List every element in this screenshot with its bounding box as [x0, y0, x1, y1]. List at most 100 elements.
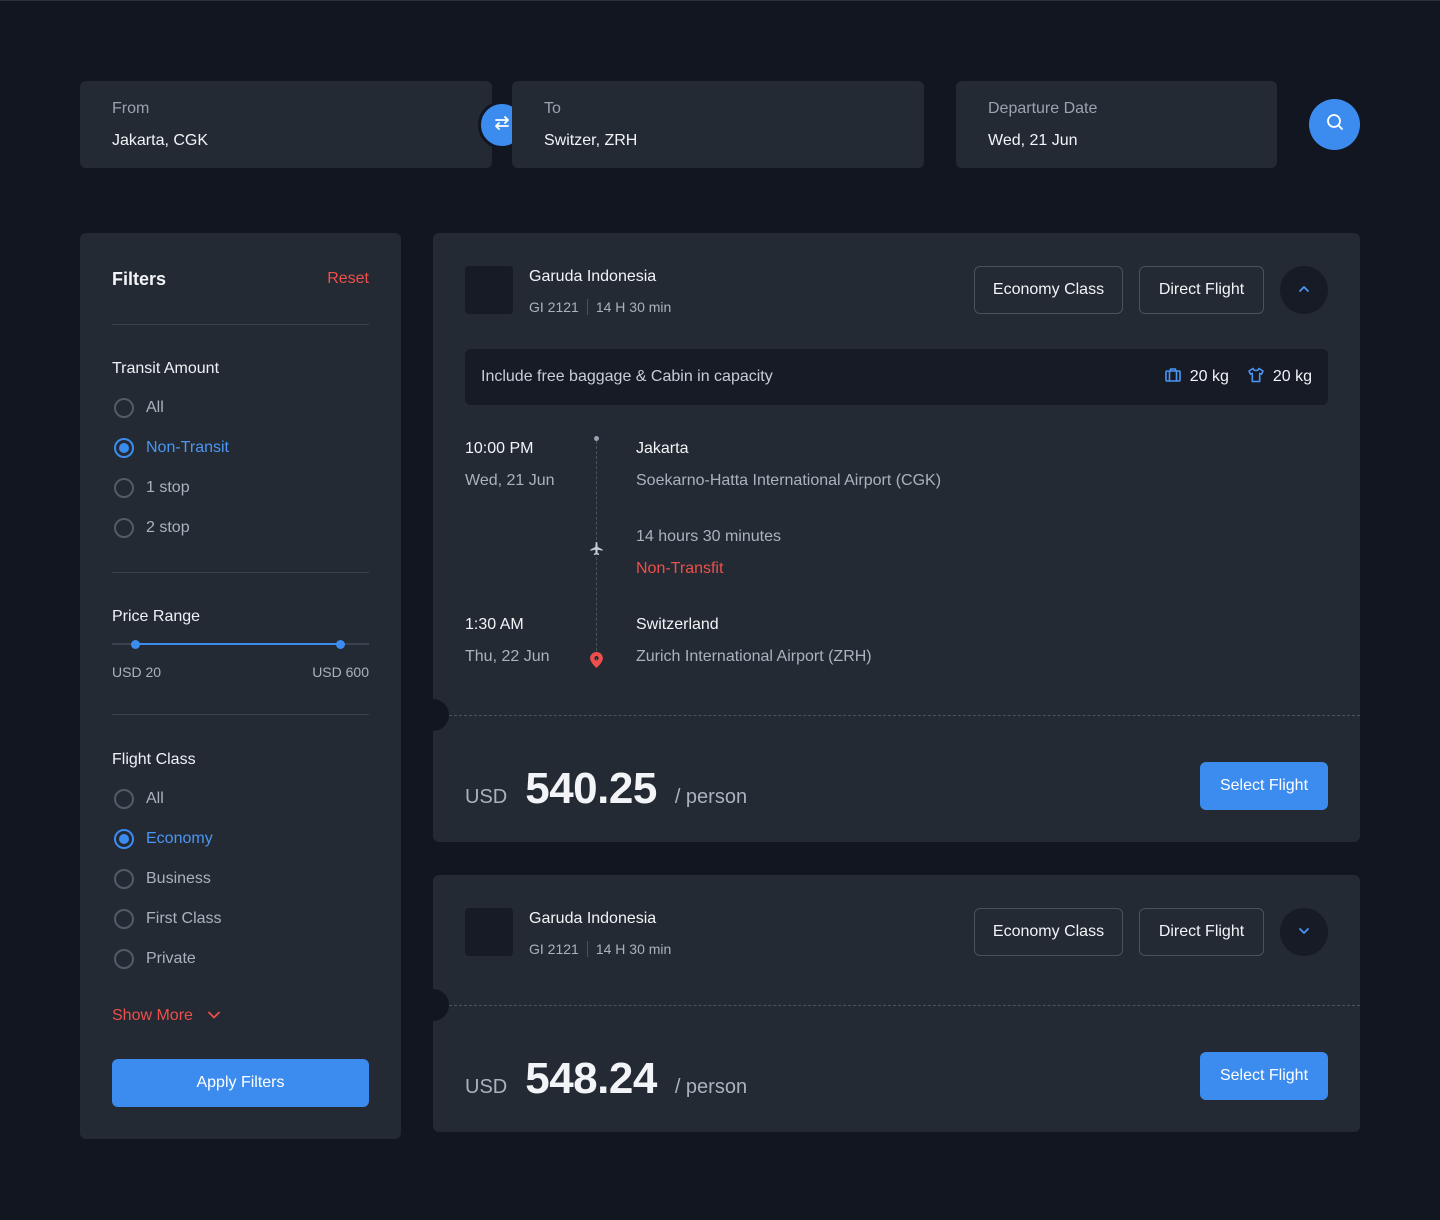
airplane-icon — [589, 540, 604, 557]
transit-option-label: 1 stop — [146, 479, 190, 496]
transit-option-2-stop[interactable]: 2 stop — [112, 516, 352, 540]
transit-option-label: All — [146, 399, 164, 416]
shirt-icon — [1247, 366, 1265, 389]
departure-date: Wed, 21 Jun — [465, 472, 555, 489]
flight-class-title: Flight Class — [112, 751, 196, 768]
origin-dot — [594, 436, 599, 441]
class-option-private[interactable]: Private — [112, 947, 352, 971]
class-option-business[interactable]: Business — [112, 867, 352, 891]
total-duration: 14 hours 30 minutes — [636, 528, 781, 545]
meta-separator — [586, 941, 588, 957]
select-flight-button[interactable]: Select Flight — [1200, 762, 1328, 810]
transit-option-non-transit[interactable]: Non-Transit — [112, 436, 352, 460]
flight-card: Garuda Indonesia GI 2121 14 H 30 min Eco… — [433, 233, 1360, 842]
chevron-up-icon — [1297, 281, 1311, 299]
from-value[interactable]: Jakarta, CGK — [112, 132, 460, 150]
radio-checked-icon[interactable] — [114, 829, 134, 849]
price-unit: / person — [674, 786, 748, 808]
departure-date-value[interactable]: Wed, 21 Jun — [988, 132, 1245, 150]
class-option-label: First Class — [146, 910, 222, 927]
baggage-allowance: 20 kg — [1164, 366, 1229, 389]
departure-date-field[interactable]: Departure Date Wed, 21 Jun — [956, 81, 1277, 168]
departure-city: Jakarta — [636, 440, 689, 457]
baggage-weight: 20 kg — [1189, 368, 1229, 385]
search-button[interactable] — [1309, 99, 1360, 150]
flight-card: Garuda Indonesia GI 2121 14 H 30 min Eco… — [433, 875, 1360, 1132]
price-currency: USD — [465, 1076, 508, 1098]
class-option-first-class[interactable]: First Class — [112, 907, 352, 931]
price-range-min-handle[interactable] — [131, 640, 140, 649]
radio-icon[interactable] — [114, 869, 134, 889]
select-flight-button[interactable]: Select Flight — [1200, 1052, 1328, 1100]
filters-panel: Filters Reset Transit Amount All Non-Tra… — [80, 233, 401, 1139]
radio-icon[interactable] — [114, 909, 134, 929]
expand-button[interactable] — [1280, 908, 1328, 956]
class-option-label: Business — [146, 870, 211, 887]
price-range-max-handle[interactable] — [336, 640, 345, 649]
to-field[interactable]: To Switzer, ZRH — [512, 81, 924, 168]
price-currency: USD — [465, 786, 508, 808]
chevron-down-icon — [1297, 923, 1311, 941]
baggage-text: Include free baggage & Cabin in capacity — [481, 368, 773, 385]
radio-icon[interactable] — [114, 949, 134, 969]
price-amount: 548.24 — [525, 1054, 657, 1103]
show-more-button[interactable]: Show More — [112, 1007, 221, 1025]
airline-name: Garuda Indonesia — [529, 910, 657, 927]
flight-meta: GI 2121 14 H 30 min — [529, 299, 671, 315]
to-value[interactable]: Switzer, ZRH — [544, 132, 892, 150]
baggage-info-bar: Include free baggage & Cabin in capacity… — [465, 349, 1328, 405]
search-icon — [1325, 112, 1345, 137]
transit-option-1-stop[interactable]: 1 stop — [112, 476, 352, 500]
reset-button[interactable]: Reset — [326, 270, 369, 288]
radio-icon[interactable] — [114, 518, 134, 538]
luggage-icon — [1164, 366, 1182, 389]
radio-icon[interactable] — [114, 478, 134, 498]
flight-code: GI 2121 — [529, 299, 579, 315]
price-range-min-label: USD 20 — [112, 664, 162, 680]
price: USD 548.24 / person — [465, 1054, 747, 1104]
arrival-date: Thu, 22 Jun — [465, 648, 550, 665]
class-tag[interactable]: Economy Class — [974, 908, 1123, 956]
flight-duration: 14 H 30 min — [595, 941, 672, 957]
transit-amount-title: Transit Amount — [112, 360, 220, 377]
price-range-title: Price Range — [112, 608, 201, 625]
class-option-label: All — [146, 790, 164, 807]
radio-icon[interactable] — [114, 398, 134, 418]
class-option-label: Economy — [146, 830, 213, 847]
transit-option-label: Non-Transit — [146, 439, 229, 456]
transit-option-label: 2 stop — [146, 519, 190, 536]
class-tag[interactable]: Economy Class — [974, 266, 1123, 314]
direct-flight-tag[interactable]: Direct Flight — [1139, 908, 1264, 956]
ticket-notch — [433, 699, 449, 731]
ticket-notch — [433, 989, 449, 1021]
meta-separator — [586, 299, 588, 315]
show-more-label: Show More — [112, 1007, 193, 1024]
flight-meta: GI 2121 14 H 30 min — [529, 941, 671, 957]
arrival-airport: Zurich International Airport (ZRH) — [636, 648, 872, 665]
transit-status: Non-Transfit — [636, 560, 724, 577]
price-range-fill — [136, 643, 340, 645]
top-border — [0, 0, 1440, 1]
divider — [112, 714, 369, 715]
radio-checked-icon[interactable] — [114, 438, 134, 458]
location-pin-icon — [590, 652, 603, 668]
price-amount: 540.25 — [525, 764, 657, 813]
divider — [112, 572, 369, 573]
class-option-economy[interactable]: Economy — [112, 827, 352, 851]
chevron-down-icon — [207, 1007, 221, 1025]
price-unit: / person — [674, 1076, 748, 1098]
from-label: From — [112, 100, 150, 117]
airline-logo — [465, 908, 513, 956]
transit-option-all[interactable]: All — [112, 396, 352, 420]
apply-filters-button[interactable]: Apply Filters — [112, 1059, 369, 1107]
to-label: To — [544, 100, 561, 117]
class-option-all[interactable]: All — [112, 787, 352, 811]
class-option-label: Private — [146, 950, 196, 967]
flight-duration: 14 H 30 min — [595, 299, 672, 315]
swap-arrows-icon — [493, 114, 511, 137]
collapse-button[interactable] — [1280, 266, 1328, 314]
from-field[interactable]: From Jakarta, CGK — [80, 81, 492, 168]
radio-icon[interactable] — [114, 789, 134, 809]
direct-flight-tag[interactable]: Direct Flight — [1139, 266, 1264, 314]
price-range-max-label: USD 600 — [312, 664, 369, 680]
